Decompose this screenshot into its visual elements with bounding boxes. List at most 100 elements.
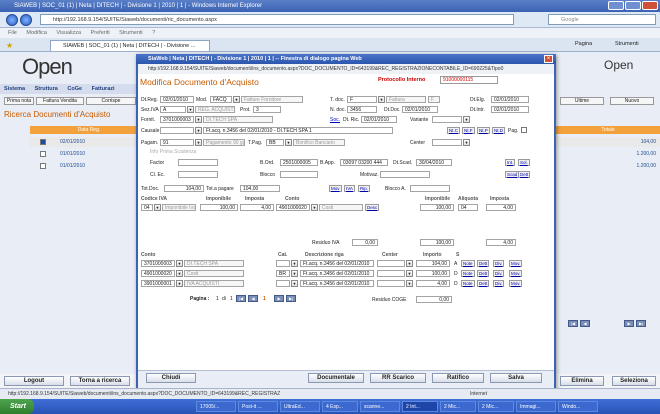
bloccoa-field[interactable]: [410, 185, 450, 192]
menu-preferiti[interactable]: Preferiti: [91, 30, 110, 36]
strumenti-menu[interactable]: Strumenti: [615, 41, 639, 47]
row-checkbox[interactable]: [40, 139, 46, 145]
taskbar-item[interactable]: Windo...: [558, 401, 598, 412]
tdoc-field[interactable]: F: [347, 96, 377, 103]
back-icon[interactable]: [6, 14, 18, 26]
fornit-dropdown-icon[interactable]: ▼: [195, 116, 202, 123]
elimina-button[interactable]: Elimina: [560, 376, 604, 386]
iva-conto-dropdown-icon[interactable]: ▼: [311, 204, 318, 211]
variante-field[interactable]: [432, 116, 462, 123]
close-icon[interactable]: [642, 1, 658, 10]
ratifico-button[interactable]: Ratifico: [432, 373, 484, 383]
causale-desc[interactable]: Ft.acq. n.3456 del 02/01/2010 - DI.TECH …: [203, 127, 393, 134]
row-dett-link[interactable]: Dett: [477, 270, 490, 277]
table-row[interactable]: 3701000003 ▼ DI.TECH SPA ▼ Ft.acq. n.345…: [141, 260, 551, 268]
table-row[interactable]: 01/01/2010: [30, 161, 148, 171]
row-importo[interactable]: 100,00: [416, 270, 450, 277]
next-page-icon[interactable]: ▶: [274, 295, 284, 302]
row-cat-dropdown-icon[interactable]: ▼: [291, 260, 298, 267]
row-conto-dropdown-icon[interactable]: ▼: [176, 270, 183, 277]
row-mov-link[interactable]: Mov.: [509, 260, 523, 267]
row-center-dropdown-icon[interactable]: ▼: [406, 280, 413, 287]
taskbar-item[interactable]: UltraEd...: [280, 401, 320, 412]
nav-struttura[interactable]: Struttura: [35, 86, 58, 92]
row-center-dropdown-icon[interactable]: ▼: [406, 260, 413, 267]
dtreg-field[interactable]: 02/01/2010: [160, 96, 194, 103]
sol-link[interactable]: Sol.: [518, 159, 530, 166]
current-page-number[interactable]: 1: [263, 296, 266, 302]
row-cat[interactable]: [276, 280, 290, 287]
row-div-link[interactable]: Div.: [493, 280, 505, 287]
soc-link[interactable]: Soc.: [330, 117, 340, 123]
row-cat-dropdown-icon[interactable]: ▼: [291, 280, 298, 287]
logout-button[interactable]: Logout: [4, 376, 64, 386]
ndoc-field[interactable]: 3456: [347, 106, 377, 113]
col-data-reg[interactable]: Data Reg.: [30, 126, 148, 134]
pag-checkbox[interactable]: [521, 127, 527, 133]
documentale-button[interactable]: Documentale: [308, 373, 364, 383]
dtdoc-field[interactable]: 02/01/2010: [402, 106, 438, 113]
variante-dropdown-icon[interactable]: ▼: [463, 116, 470, 123]
last-page-icon[interactable]: ▶|: [636, 320, 646, 327]
taskbar-item[interactable]: 2 Mic...: [440, 401, 476, 412]
fornit-field[interactable]: 3701000003: [160, 116, 194, 123]
center-dropdown-icon[interactable]: ▼: [463, 139, 470, 146]
row-note-link[interactable]: Note: [461, 260, 475, 267]
factor-field[interactable]: [178, 159, 218, 166]
start-button[interactable]: Start: [0, 399, 34, 414]
menu-strumenti[interactable]: Strumenti: [119, 30, 143, 36]
row-mov-link[interactable]: Mov.: [509, 280, 523, 287]
maximize-icon[interactable]: [625, 1, 641, 10]
iva-imponibile-field[interactable]: 100,00: [200, 204, 238, 211]
row-center[interactable]: [377, 260, 405, 267]
row-conto-dropdown-icon[interactable]: ▼: [176, 260, 183, 267]
row-center[interactable]: [377, 280, 405, 287]
tdoc-dropdown-icon[interactable]: ▼: [378, 96, 385, 103]
ultime-button[interactable]: Ultime: [560, 97, 604, 105]
iva-conto-field[interactable]: 4901000020: [276, 204, 310, 211]
taskbar-item[interactable]: 17005/...: [196, 401, 236, 412]
totpag-field[interactable]: 104,00: [240, 185, 280, 192]
causale-field[interactable]: [160, 127, 194, 134]
taskbar-item[interactable]: 2 Mic...: [478, 401, 514, 412]
bord-field[interactable]: 2501000005: [280, 159, 318, 166]
chiudi-button[interactable]: Chiudi: [146, 373, 196, 383]
iva-link[interactable]: IVA: [344, 185, 355, 192]
nt-f-link[interactable]: Nt.F: [462, 127, 475, 134]
seziva-field[interactable]: A: [160, 106, 186, 113]
mov-link[interactable]: Mov: [329, 185, 342, 192]
iva-imposta-field[interactable]: 4,00: [240, 204, 274, 211]
menu-help[interactable]: ?: [152, 30, 155, 36]
url-input[interactable]: http://192.168.9.154/SUITE/Siaweb/docume…: [40, 14, 514, 25]
taskbar-item[interactable]: scanne...: [360, 401, 400, 412]
row-cat[interactable]: BR: [276, 270, 290, 277]
menu-file[interactable]: File: [8, 30, 17, 36]
nuovo-button[interactable]: Nuovo: [610, 97, 654, 105]
nav-sistema[interactable]: Sistema: [4, 86, 25, 92]
dtintr-field[interactable]: 02/01/2010: [491, 106, 529, 113]
table-row[interactable]: 3901000001 ▼ IVA ACQUISTI ▼ Ft.acq. n.34…: [141, 280, 551, 288]
menu-visualizza[interactable]: Visualizza: [56, 30, 81, 36]
table-row[interactable]: 4901000020 ▼ Costi BR ▼ Ft.acq. n.3456 d…: [141, 270, 551, 278]
row-conto[interactable]: 4901000020: [141, 270, 175, 277]
pagina-menu[interactable]: Pagina: [575, 41, 592, 47]
row-note-link[interactable]: Note: [461, 270, 475, 277]
taskbar-item[interactable]: Post-it ...: [238, 401, 278, 412]
nt-p-link[interactable]: Nt.P: [477, 127, 490, 134]
dteleg-field[interactable]: 02/01/2010: [491, 96, 529, 103]
minimize-icon[interactable]: [608, 1, 624, 10]
nt-c-link[interactable]: Nt.C: [447, 127, 460, 134]
row-importo[interactable]: 4,00: [416, 280, 450, 287]
dett-link[interactable]: Dett: [518, 171, 531, 178]
nav-coge[interactable]: CoGe: [67, 86, 82, 92]
row-descr[interactable]: Ft.acq. n.3456 del 02/01/2010: [300, 260, 374, 267]
row-conto[interactable]: 3901000001: [141, 280, 175, 287]
prot-field[interactable]: 3: [253, 106, 281, 113]
taskbar-item[interactable]: 4 Esp...: [322, 401, 358, 412]
dtscad-field[interactable]: 30/04/2010: [416, 159, 452, 166]
nav-fatturazione[interactable]: Fatturazi: [92, 86, 115, 92]
row-center[interactable]: [377, 270, 405, 277]
taskbar-item[interactable]: Immagi...: [516, 401, 556, 412]
table-row[interactable]: 01/01/2010: [30, 149, 148, 159]
row-center-dropdown-icon[interactable]: ▼: [406, 270, 413, 277]
